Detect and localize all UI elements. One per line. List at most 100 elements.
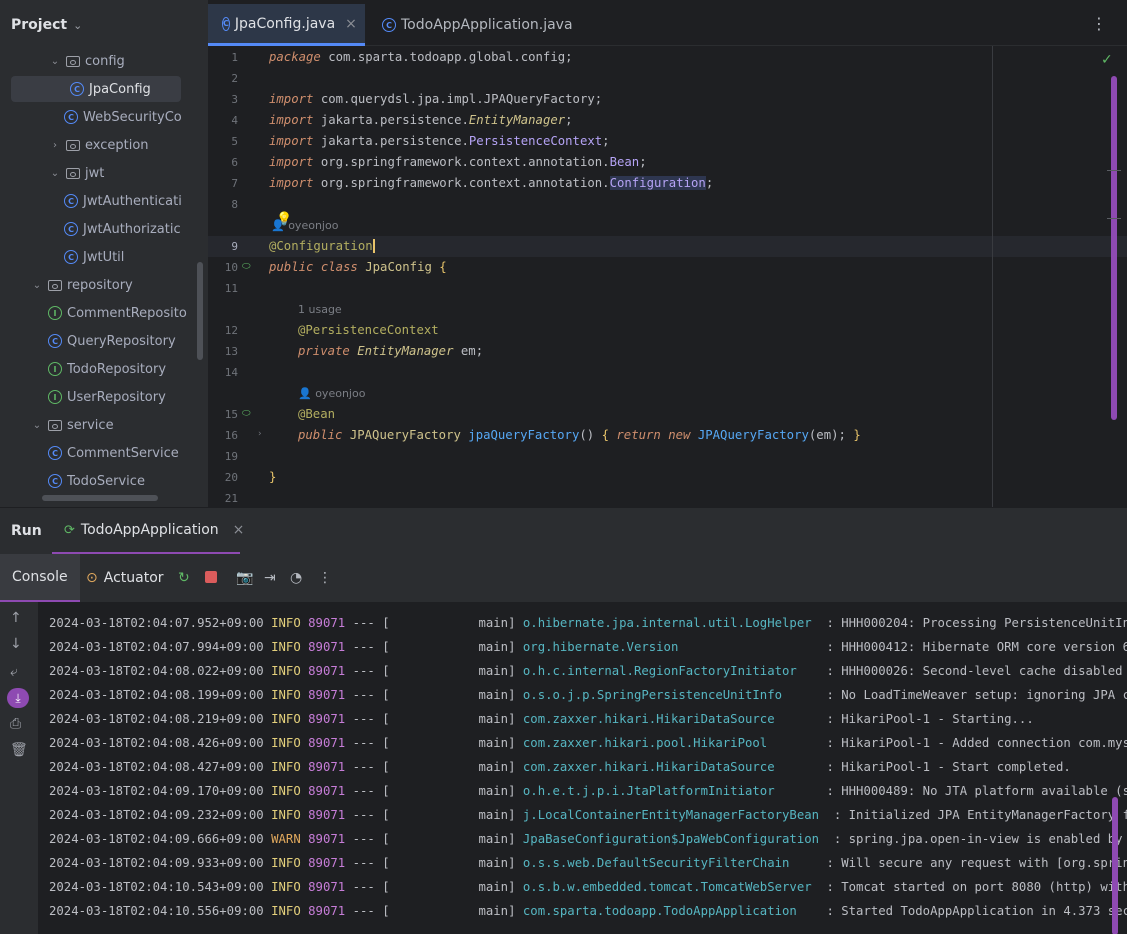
log-line: 2024-03-18T02:04:08.427+09:00 INFO 89071… (49, 760, 1071, 774)
tab-todoappapplication[interactable]: C TodoAppApplication.java (368, 4, 587, 46)
chevron-right-icon[interactable]: › (48, 140, 62, 151)
tree-item-exception[interactable]: › exception (48, 132, 149, 158)
tree-item-label: TodoService (67, 473, 145, 489)
tree-item-commentreposito[interactable]: I CommentReposito (48, 300, 187, 326)
tree-item-jwtutil[interactable]: C JwtUtil (64, 244, 124, 270)
console-side-toolbar: ↑ ↓ ⤶ ⤓ ⎙ 🗑 (0, 602, 38, 934)
stop-icon[interactable] (205, 571, 217, 583)
camera-icon[interactable]: 📷 (236, 570, 253, 586)
code-line: public class JpaConfig { (269, 260, 447, 274)
bean-gutter-icon[interactable]: ⬭ (242, 261, 251, 272)
run-config-tab[interactable]: ⟳ TodoAppApplication × (52, 508, 244, 554)
log-sep: --- [ (352, 736, 390, 750)
tree-item-todorepository[interactable]: I TodoRepository (48, 356, 166, 382)
line-number: 15 (224, 408, 238, 421)
log-msg: : HHH000412: Hibernate ORM core version … (826, 640, 1127, 654)
tab-label: JpaConfig.java (234, 15, 336, 32)
print-icon[interactable]: ⎙ (10, 716, 21, 732)
lightbulb-icon[interactable]: 💡 (276, 212, 292, 227)
author-hint[interactable]: 👤 oyeonjoo (298, 387, 365, 400)
log-line: 2024-03-18T02:04:10.556+09:00 INFO 89071… (49, 904, 1127, 918)
tree-item-jwtauthenticati[interactable]: C JwtAuthenticati (64, 188, 182, 214)
line-number: 6 (231, 156, 238, 169)
line-number: 4 (231, 114, 238, 127)
line-number: 1 (231, 51, 238, 64)
arrow-down-icon[interactable]: ↓ (10, 636, 22, 652)
log-msg: : Started TodoAppApplication in 4.373 se… (826, 904, 1127, 918)
interface-icon: I (48, 362, 62, 376)
tree-item-config[interactable]: ⌄ config (48, 48, 125, 74)
close-icon[interactable]: × (233, 522, 245, 538)
tree-item-jpaconfig[interactable]: C JpaConfig (11, 76, 181, 102)
log-thread: main] (397, 784, 516, 798)
line-number: 13 (224, 345, 238, 358)
project-view-selector[interactable]: Project ⌄ (0, 0, 208, 50)
log-level: INFO (271, 664, 301, 678)
more-vertical-icon[interactable]: ⋮ (1091, 14, 1107, 33)
code-editor[interactable]: 1 2 3 4 5 6 7 8 9 10 11 12 13 14 15 16 1… (208, 46, 1127, 507)
soft-wrap-icon[interactable]: ⤶ (10, 664, 18, 680)
tab-jpaconfig[interactable]: C JpaConfig.java × (208, 4, 365, 46)
tree-item-jwt[interactable]: ⌄ jwt (48, 160, 105, 186)
log-pid: 89071 (308, 736, 346, 750)
log-level: INFO (271, 808, 301, 822)
tree-item-jwtauthorizatic[interactable]: C JwtAuthorizatic (64, 216, 181, 242)
rerun-icon[interactable]: ↻ (178, 570, 190, 586)
tree-item-label: JwtAuthenticati (83, 193, 182, 209)
console-output[interactable]: 2024-03-18T02:04:07.952+09:00 INFO 89071… (38, 602, 1127, 934)
log-thread: main] (397, 904, 516, 918)
class-icon: C (64, 110, 78, 124)
tree-item-todoservice[interactable]: C TodoService (48, 468, 145, 494)
log-level: INFO (271, 736, 301, 750)
tree-item-commentservice[interactable]: C CommentService (48, 440, 179, 466)
fold-chevron-icon[interactable]: › (258, 429, 262, 439)
log-thread: main] (397, 736, 516, 750)
log-logger: o.s.b.w.embedded.tomcat.TomcatWebServer (522, 880, 820, 894)
log-logger: o.h.c.internal.RegionFactoryInitiator (522, 664, 820, 678)
trash-icon[interactable]: 🗑 (10, 742, 28, 758)
tree-item-websecurityco[interactable]: C WebSecurityCo (64, 104, 182, 130)
chevron-down-icon[interactable]: ⌄ (30, 280, 44, 291)
gauge-icon[interactable]: ◔ (290, 570, 302, 586)
class-icon: C (64, 250, 78, 264)
tab-actuator[interactable]: ⊙ Actuator (86, 554, 164, 602)
code-line: import jakarta.persistence.EntityManager… (269, 113, 573, 127)
console-scrollbar[interactable] (1112, 797, 1118, 934)
log-line: 2024-03-18T02:04:09.666+09:00 WARN 89071… (49, 832, 1127, 846)
log-pid: 89071 (308, 664, 346, 678)
log-sep: --- [ (352, 880, 390, 894)
more-vertical-icon[interactable]: ⋮ (318, 570, 332, 586)
tree-vertical-scrollbar[interactable] (197, 262, 203, 360)
tree-horizontal-scrollbar[interactable] (42, 495, 158, 501)
log-pid: 89071 (308, 712, 346, 726)
tree-item-queryrepository[interactable]: C QueryRepository (48, 328, 176, 354)
log-pid: 89071 (308, 856, 346, 870)
scroll-to-end-icon[interactable]: ⤓ (7, 688, 29, 708)
log-pid: 89071 (308, 640, 346, 654)
tree-item-repository[interactable]: ⌄ repository (30, 272, 133, 298)
arrow-up-icon[interactable]: ↑ (10, 610, 22, 626)
tab-console[interactable]: Console (0, 554, 80, 602)
log-pid: 89071 (308, 832, 346, 846)
close-icon[interactable]: × (345, 16, 357, 32)
editor-scrollbar[interactable] (1111, 76, 1117, 420)
usage-hint[interactable]: 1 usage (298, 303, 342, 316)
tree-item-service[interactable]: ⌄ service (30, 412, 114, 438)
log-ts: 2024-03-18T02:04:08.022+09:00 (49, 664, 264, 678)
log-level: INFO (271, 640, 301, 654)
import-icon[interactable]: ⇥ (264, 570, 276, 586)
log-thread: main] (397, 760, 516, 774)
chevron-down-icon[interactable]: ⌄ (48, 168, 62, 179)
log-thread: main] (397, 808, 516, 822)
log-sep: --- [ (352, 784, 390, 798)
chevron-down-icon[interactable]: ⌄ (30, 420, 44, 431)
bean-gutter-icon[interactable]: ⬭ (242, 408, 251, 419)
check-icon[interactable]: ✓ (1101, 52, 1113, 68)
tree-item-userrepository[interactable]: I UserRepository (48, 384, 166, 410)
scroll-marker (1107, 170, 1121, 171)
log-sep: --- [ (352, 760, 390, 774)
chevron-down-icon[interactable]: ⌄ (48, 56, 62, 67)
log-ts: 2024-03-18T02:04:10.543+09:00 (49, 880, 264, 894)
log-sep: --- [ (352, 856, 390, 870)
chevron-down-icon: ⌄ (73, 18, 83, 32)
